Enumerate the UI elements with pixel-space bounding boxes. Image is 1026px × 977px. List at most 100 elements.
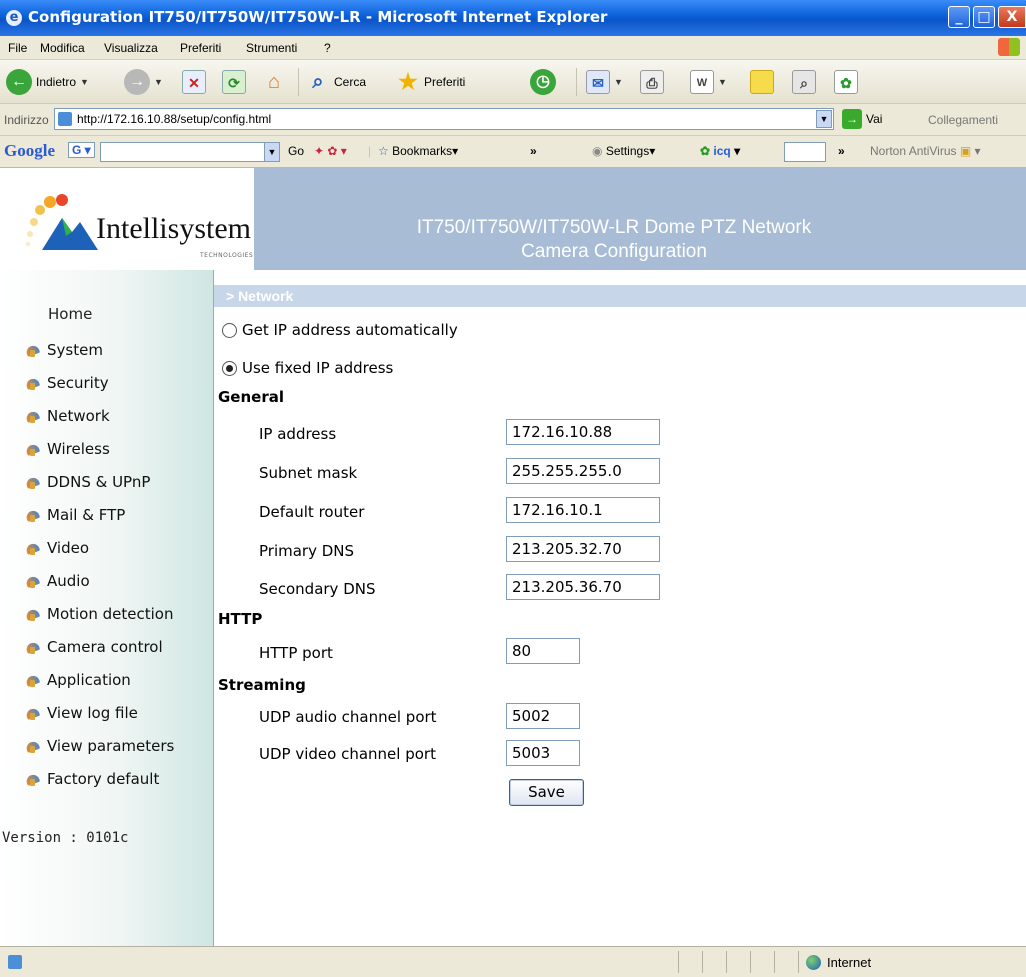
search-button[interactable]: ⌕ Cerca <box>306 68 366 96</box>
windows-logo-icon <box>998 38 1020 56</box>
forward-button[interactable]: → ▼ <box>124 68 163 96</box>
udp-audio-port-input[interactable]: 5002 <box>506 703 580 729</box>
radio-button-checked[interactable] <box>222 360 237 376</box>
google-search-input[interactable] <box>100 142 266 162</box>
web-page: Intellisystem TECHNOLOGIES IT750/IT750W/… <box>0 168 1026 946</box>
satellite-icon <box>24 507 41 524</box>
sidebar-item-audio[interactable]: Audio <box>24 569 90 593</box>
menu-visualizza[interactable]: Visualizza <box>104 41 158 55</box>
google-extra-icons[interactable]: ✦ ✿ ▾ <box>314 144 347 158</box>
radio-ip-auto[interactable]: Get IP address automatically <box>222 319 458 341</box>
refresh-icon: ⟳ <box>222 70 246 94</box>
sidebar-item-security[interactable]: Security <box>24 371 109 395</box>
favorites-button[interactable]: ★ Preferiti <box>396 68 465 96</box>
menu-strumenti[interactable]: Strumenti <box>246 41 297 55</box>
default-router-input[interactable]: 172.16.10.1 <box>506 497 660 523</box>
go-button[interactable]: → Vai <box>842 109 882 129</box>
satellite-icon <box>24 672 41 689</box>
satellite-icon <box>24 639 41 656</box>
toolbar-separator: | <box>368 144 372 158</box>
home-button[interactable]: ⌂ <box>262 68 286 96</box>
mail-icon: ✉ <box>586 70 610 94</box>
http-heading: HTTP <box>218 610 263 628</box>
sidebar-item-home[interactable]: Home <box>48 305 92 323</box>
norton-button[interactable]: Norton AntiVirus ▣ ▾ <box>870 144 981 158</box>
sidebar-item-application[interactable]: Application <box>24 668 131 692</box>
address-dropdown-button[interactable]: ▼ <box>816 110 832 128</box>
secondary-dns-input[interactable]: 213.205.36.70 <box>506 574 660 600</box>
more-chevron-button[interactable]: » <box>530 144 537 158</box>
toolbar: ← Indietro ▼ → ▼ ✕ ⟳ ⌂ ⌕ Cerca ★ Preferi… <box>0 60 1026 104</box>
sidebar-item-label: Video <box>47 539 90 557</box>
stop-button[interactable]: ✕ <box>182 68 206 96</box>
go-arrow-icon: → <box>842 109 862 129</box>
settings-icon: ◉ <box>592 144 603 158</box>
radio-button-unchecked[interactable] <box>222 322 237 338</box>
primary-dns-input[interactable]: 213.205.32.70 <box>506 536 660 562</box>
chevron-down-icon: ▼ <box>154 77 163 87</box>
page-title-line1: IT750/IT750W/IT750W-LR Dome PTZ Network <box>416 217 812 238</box>
sidebar-item-label: View log file <box>47 704 138 722</box>
sidebar-item-video[interactable]: Video <box>24 536 89 560</box>
google-menu-button[interactable]: G ▾ <box>68 142 95 158</box>
sidebar-item-factory-default[interactable]: Factory default <box>24 767 159 791</box>
history-button[interactable]: ◷ <box>530 68 556 96</box>
google-logo[interactable]: Google <box>4 141 55 161</box>
version-text: Version : 0101c <box>2 830 129 846</box>
menu-help[interactable]: ? <box>324 41 331 55</box>
sidebar-item-ddns-upnp[interactable]: DDNS & UPnP <box>24 470 150 494</box>
menu-preferiti[interactable]: Preferiti <box>180 41 221 55</box>
subnet-mask-input[interactable]: 255.255.255.0 <box>506 458 660 484</box>
status-bar: Internet <box>0 946 1026 977</box>
logo-area: Intellisystem TECHNOLOGIES <box>0 168 254 270</box>
sidebar-item-view-parameters[interactable]: View parameters <box>24 734 174 758</box>
satellite-icon <box>24 705 41 722</box>
radio-ip-fixed-label: Use fixed IP address <box>242 359 394 377</box>
chevron-down-icon: ▼ <box>718 77 727 87</box>
status-separator <box>750 951 751 973</box>
refresh-button[interactable]: ⟳ <box>222 68 246 96</box>
http-port-input[interactable]: 80 <box>506 638 580 664</box>
page-icon <box>58 112 72 126</box>
icq-button[interactable]: ✿ icq ▾ <box>700 144 740 158</box>
bookmarks-label: Bookmarks <box>392 144 453 158</box>
messenger-button[interactable]: ✿ <box>834 68 858 96</box>
bookmarks-button[interactable]: ☆ Bookmarks▾ <box>378 144 458 158</box>
mail-button[interactable]: ✉ ▼ <box>586 68 623 96</box>
links-toolbar[interactable]: Collegamenti <box>928 113 998 127</box>
menu-modifica[interactable]: Modifica <box>40 41 85 55</box>
settings-button[interactable]: ◉ Settings▾ <box>592 144 655 158</box>
printer-icon: ⎙ <box>640 70 664 94</box>
maximize-button[interactable]: □ <box>973 6 995 28</box>
satellite-icon <box>24 474 41 491</box>
menu-file[interactable]: File <box>8 41 27 55</box>
more-chevron-button-2[interactable]: » <box>838 144 845 158</box>
ip-address-input[interactable]: 172.16.10.88 <box>506 419 660 445</box>
satellite-icon <box>24 540 41 557</box>
close-button[interactable]: X <box>998 6 1026 28</box>
sidebar-item-network[interactable]: Network <box>24 404 110 428</box>
sidebar-item-label: Wireless <box>47 440 110 458</box>
back-button[interactable]: ← Indietro ▼ <box>6 68 89 96</box>
sidebar-item-camera-control[interactable]: Camera control <box>24 635 163 659</box>
google-search-dropdown[interactable]: ▼ <box>264 142 280 162</box>
google-go-button[interactable]: Go <box>288 144 304 158</box>
discuss-button[interactable] <box>750 68 774 96</box>
udp-video-port-input[interactable]: 5003 <box>506 740 580 766</box>
research-button[interactable]: ⌕ <box>792 68 816 96</box>
minimize-button[interactable]: _ <box>948 6 970 28</box>
edit-button[interactable]: W ▼ <box>690 68 727 96</box>
back-label: Indietro <box>36 75 77 89</box>
address-input[interactable]: http://172.16.10.88/setup/config.html <box>54 108 834 130</box>
icq-search-input[interactable] <box>784 142 826 162</box>
sidebar-item-mail-ftp[interactable]: Mail & FTP <box>24 503 125 527</box>
satellite-icon <box>24 573 41 590</box>
print-button[interactable]: ⎙ <box>640 68 664 96</box>
toolbar-separator <box>576 68 577 96</box>
sidebar-item-motion-detection[interactable]: Motion detection <box>24 602 173 626</box>
sidebar-item-system[interactable]: System <box>24 338 103 362</box>
radio-ip-fixed[interactable]: Use fixed IP address <box>222 357 393 379</box>
sidebar-item-view-log-file[interactable]: View log file <box>24 701 138 725</box>
save-button[interactable]: Save <box>509 779 584 806</box>
sidebar-item-wireless[interactable]: Wireless <box>24 437 110 461</box>
